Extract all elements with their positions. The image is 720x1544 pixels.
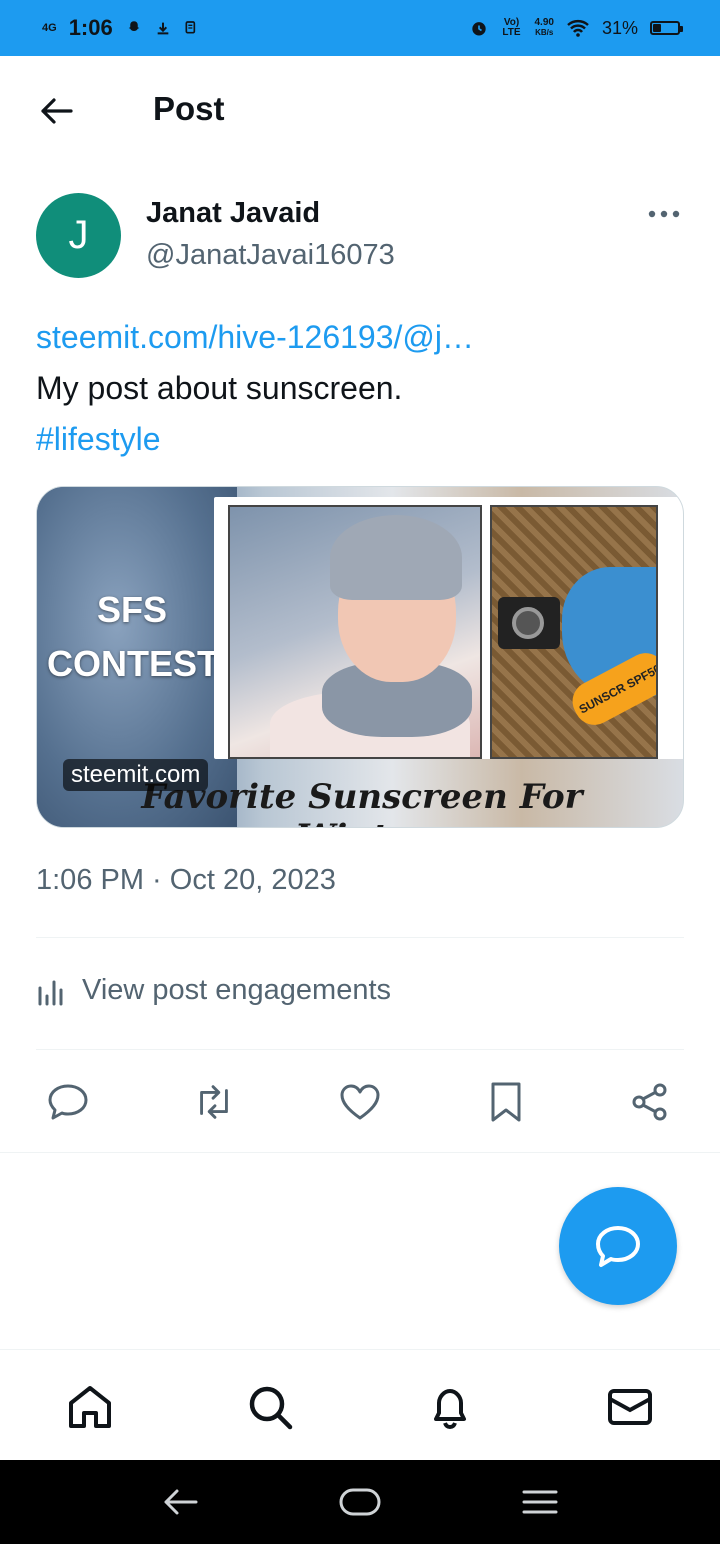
engagements-label: View post engagements xyxy=(82,974,392,1006)
post-link[interactable]: steemit.com/hive-126193/@j… xyxy=(36,312,684,363)
link-domain-badge: steemit.com xyxy=(63,759,209,791)
author-handle[interactable]: @JanatJavai16073 xyxy=(146,239,395,272)
status-bar: 4G 1:06 Vo) LTE 4.90 KB/s 31% xyxy=(0,0,720,56)
more-horizontal-icon xyxy=(648,210,680,218)
author-name[interactable]: Janat Javaid xyxy=(146,197,320,230)
tab-search[interactable] xyxy=(245,1382,295,1432)
camera-shape xyxy=(498,597,560,649)
post-action-bar xyxy=(0,1080,720,1124)
share-icon xyxy=(632,1083,667,1121)
divider xyxy=(36,937,684,938)
system-back-button[interactable] xyxy=(158,1482,202,1522)
bottom-tab-bar xyxy=(0,1349,720,1461)
divider xyxy=(0,1152,720,1153)
snapchat-icon xyxy=(128,21,139,31)
volte-indicator: Vo) LTE xyxy=(502,17,521,38)
page-header: Post xyxy=(0,56,720,166)
network-speed: 4.90 KB/s xyxy=(534,17,554,38)
like-icon xyxy=(340,1084,380,1120)
network-type: 4G xyxy=(42,21,57,34)
tab-home[interactable] xyxy=(65,1382,115,1432)
more-options-button[interactable] xyxy=(644,199,684,229)
system-home-button[interactable] xyxy=(338,1482,382,1522)
analytics-icon xyxy=(38,980,63,1005)
bookmark-button[interactable] xyxy=(484,1080,528,1124)
download-icon xyxy=(157,22,169,35)
messages-icon xyxy=(608,1389,652,1425)
post-hashtag[interactable]: #lifestyle xyxy=(36,414,684,465)
post-text: My post about sunscreen. xyxy=(36,370,403,406)
share-button[interactable] xyxy=(628,1080,672,1124)
tab-notifications[interactable] xyxy=(425,1382,475,1432)
woman-photo xyxy=(228,505,482,759)
reply-icon xyxy=(596,1226,640,1267)
reply-icon xyxy=(48,1084,88,1120)
repost-button[interactable] xyxy=(192,1080,236,1124)
link-card-image[interactable]: SFS CONTEST SUNSCR SPF50 Favorite Sunscr… xyxy=(36,486,684,828)
status-time: 1:06 xyxy=(68,15,113,40)
repost-icon xyxy=(200,1085,228,1119)
bookmark-icon xyxy=(491,1082,521,1122)
reply-fab-button[interactable] xyxy=(559,1187,677,1305)
arrow-left-icon xyxy=(41,98,73,124)
post-body: steemit.com/hive-126193/@j… My post abou… xyxy=(36,312,684,465)
nav-home-icon xyxy=(339,1488,381,1516)
search-icon xyxy=(249,1386,293,1430)
nav-menu-icon xyxy=(522,1490,558,1514)
system-recents-button[interactable] xyxy=(518,1482,562,1522)
hat-shape xyxy=(330,515,462,600)
nav-back-icon xyxy=(164,1489,198,1515)
battery-icon xyxy=(650,21,683,35)
page-title: Post xyxy=(153,90,225,127)
view-engagements-link[interactable]: View post engagements xyxy=(36,974,391,1007)
battery-percent: 31% xyxy=(601,17,638,38)
avatar[interactable]: J xyxy=(36,193,121,278)
wifi-icon xyxy=(567,20,589,37)
reply-button[interactable] xyxy=(46,1080,90,1124)
divider xyxy=(36,1049,684,1050)
post-timestamp: 1:06 PM · Oct 20, 2023 xyxy=(36,864,336,896)
like-button[interactable] xyxy=(338,1080,382,1124)
alarm-icon xyxy=(471,22,486,36)
back-button[interactable] xyxy=(36,94,76,128)
contest-label: SFS CONTEST xyxy=(47,589,220,684)
storage-icon xyxy=(185,21,195,34)
sunscreen-photo: SUNSCR SPF50 xyxy=(490,505,658,759)
post-author: J Janat Javaid @JanatJavai16073 xyxy=(36,193,684,283)
home-icon xyxy=(69,1386,111,1428)
tab-messages[interactable] xyxy=(605,1382,655,1432)
notifications-icon xyxy=(434,1389,466,1430)
system-nav-bar xyxy=(0,1460,720,1544)
